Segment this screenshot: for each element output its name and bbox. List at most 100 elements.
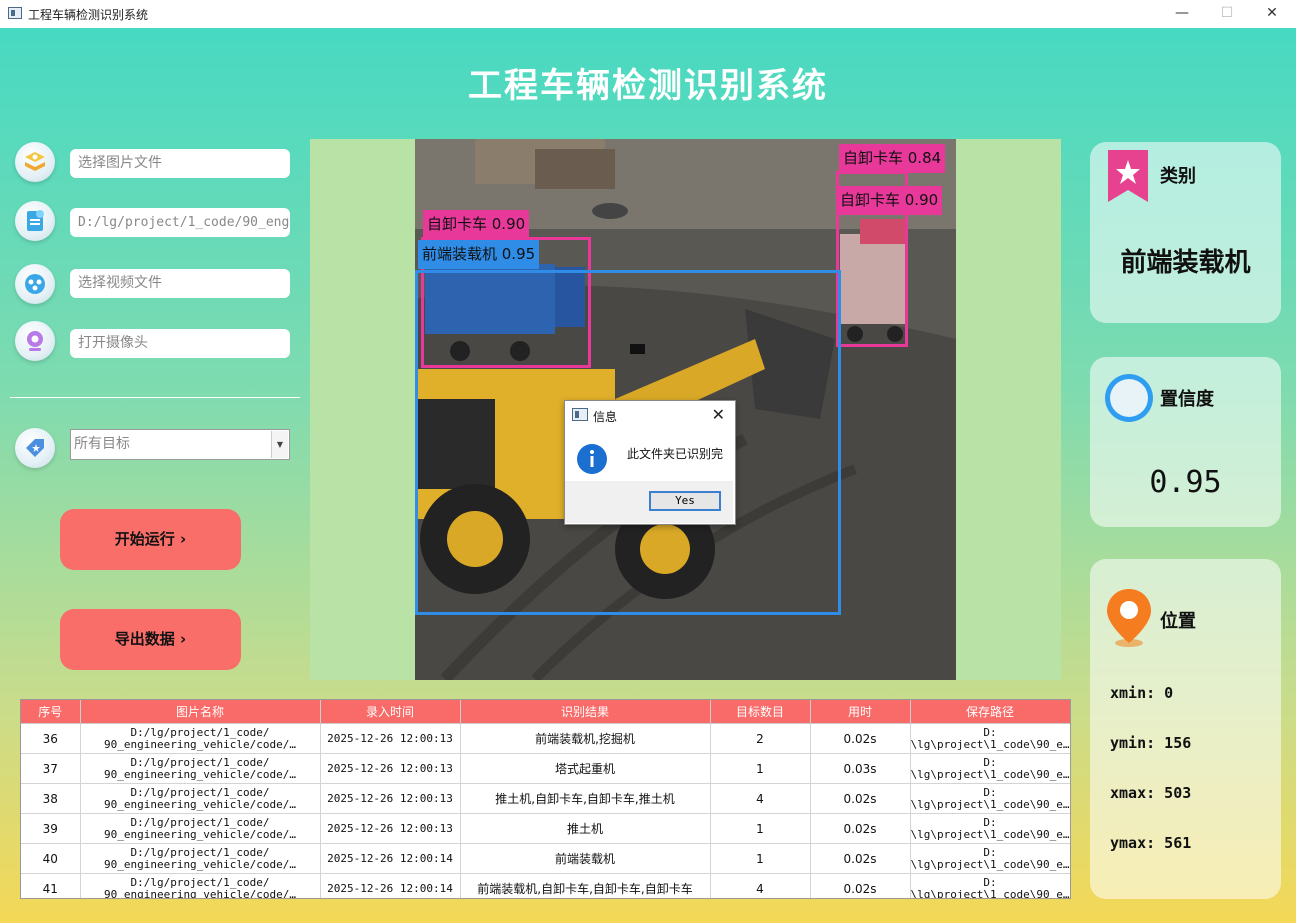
close-button[interactable]: ✕ — [1250, 2, 1294, 26]
cell-count: 1 — [710, 753, 811, 784]
table-row[interactable]: 38 D:/lg/project/1_code/90_engineering_v… — [21, 783, 1070, 814]
video-file-icon[interactable] — [15, 264, 55, 304]
start-button[interactable]: 开始运行 › — [60, 509, 241, 570]
class-card: 类别 前端装载机 — [1090, 142, 1281, 323]
table-row[interactable]: 37 D:/lg/project/1_code/90_engineering_v… — [21, 753, 1070, 784]
cell-save-path: D: \lg\project\1_code\90_e… — [910, 783, 1070, 814]
video-file-input[interactable]: 选择视频文件 — [70, 269, 290, 298]
app-icon — [8, 7, 22, 19]
maximize-button[interactable]: ☐ — [1205, 2, 1249, 26]
cell-result: 前端装载机,挖掘机 — [460, 723, 711, 754]
cell-image-name: D:/lg/project/1_code/90_engineering_vehi… — [80, 723, 321, 754]
location-pin-icon — [1107, 589, 1151, 647]
sidebar-divider — [10, 397, 300, 398]
cell-duration: 0.03s — [810, 753, 911, 784]
dialog-body: 此文件夹已识别完 — [565, 431, 733, 481]
column-header-save-path[interactable]: 保存路径 — [910, 700, 1070, 724]
cell-result: 前端装载机,自卸卡车,自卸卡车,自卸卡车 — [460, 873, 711, 898]
column-header-duration[interactable]: 用时 — [810, 700, 911, 724]
position-card-title: 位置 — [1160, 611, 1196, 632]
page-title: 工程车辆检测识别系统 — [468, 66, 828, 106]
dialog-title: 信息 — [593, 410, 618, 424]
folder-file-icon[interactable] — [15, 201, 55, 241]
confidence-value: 0.95 — [1149, 465, 1222, 500]
dialog-close-icon[interactable]: ✕ — [712, 405, 725, 424]
column-header-count[interactable]: 目标数目 — [710, 700, 811, 724]
cell-id: 40 — [21, 843, 81, 874]
cell-id: 36 — [21, 723, 81, 754]
confidence-card-title: 置信度 — [1160, 389, 1214, 410]
bookmark-star-icon — [1108, 150, 1148, 202]
dialog-app-icon — [572, 408, 588, 421]
cell-time: 2025-12-26 12:00:14 — [320, 843, 461, 874]
export-button[interactable]: 导出数据 › — [60, 609, 241, 670]
detection-label-dump-truck-1: 自卸卡车 0.84 — [839, 144, 946, 173]
camera-input[interactable]: 打开摄像头 — [70, 329, 290, 358]
cell-result: 前端装载机 — [460, 843, 711, 874]
class-value: 前端装载机 — [1120, 248, 1251, 278]
confidence-card: 置信度 0.95 — [1090, 357, 1281, 527]
minimize-button[interactable]: — — [1160, 2, 1204, 26]
cell-image-name: D:/lg/project/1_code/90_engineering_vehi… — [80, 783, 321, 814]
table-row[interactable]: 36 D:/lg/project/1_code/90_engineering_v… — [21, 723, 1070, 754]
window-titlebar: 工程车辆检测识别系统 — ☐ ✕ — [0, 0, 1296, 28]
cell-result: 推土机,自卸卡车,自卸卡车,推土机 — [460, 783, 711, 814]
target-select[interactable]: 所有目标 ▼ — [70, 429, 290, 460]
detection-label-dump-truck-2: 自卸卡车 0.90 — [836, 186, 943, 215]
cell-image-name: D:/lg/project/1_code/90_engineering_vehi… — [80, 753, 321, 784]
cell-time: 2025-12-26 12:00:14 — [320, 873, 461, 898]
column-header-time[interactable]: 录入时间 — [320, 700, 461, 724]
cell-save-path: D: \lg\project\1_code\90_e… — [910, 723, 1070, 754]
cell-result: 推土机 — [460, 813, 711, 844]
cell-time: 2025-12-26 12:00:13 — [320, 723, 461, 754]
dialog-message: 此文件夹已识别完 — [627, 447, 724, 461]
cell-id: 39 — [21, 813, 81, 844]
cell-result: 塔式起重机 — [460, 753, 711, 784]
column-header-image-name[interactable]: 图片名称 — [80, 700, 321, 724]
chevron-down-icon[interactable]: ▼ — [271, 431, 288, 458]
cell-id: 38 — [21, 783, 81, 814]
cell-count: 4 — [710, 873, 811, 898]
dialog-footer: Yes — [565, 481, 733, 523]
cell-id: 41 — [21, 873, 81, 898]
cell-count: 1 — [710, 813, 811, 844]
table-row[interactable]: 39 D:/lg/project/1_code/90_engineering_v… — [21, 813, 1070, 844]
column-header-id[interactable]: 序号 — [21, 700, 81, 724]
xmax-value: xmax: 503 — [1110, 784, 1192, 802]
ymin-value: ymin: 156 — [1110, 734, 1192, 752]
detection-label-front-loader: 前端装载机 0.95 — [418, 240, 540, 269]
confidence-ring-icon — [1105, 374, 1153, 422]
cell-time: 2025-12-26 12:00:13 — [320, 783, 461, 814]
cell-save-path: D: \lg\project\1_code\90_e… — [910, 873, 1070, 898]
image-file-icon[interactable] — [15, 142, 55, 182]
cell-save-path: D: \lg\project\1_code\90_e… — [910, 753, 1070, 784]
detection-label-dump-truck-3: 自卸卡车 0.90 — [423, 210, 530, 239]
cell-count: 4 — [710, 783, 811, 814]
cell-id: 37 — [21, 753, 81, 784]
xmin-value: xmin: 0 — [1110, 684, 1174, 702]
tag-icon — [15, 428, 55, 468]
cell-image-name: D:/lg/project/1_code/90_engineering_vehi… — [80, 843, 321, 874]
info-dialog: 信息 ✕ 此文件夹已识别完 Yes — [564, 400, 736, 525]
cell-count: 1 — [710, 843, 811, 874]
cell-duration: 0.02s — [810, 873, 911, 898]
cell-image-name: D:/lg/project/1_code/90_engineering_vehi… — [80, 873, 321, 898]
ymax-value: ymax: 561 — [1110, 834, 1192, 852]
cell-time: 2025-12-26 12:00:13 — [320, 813, 461, 844]
cell-duration: 0.02s — [810, 813, 911, 844]
cell-duration: 0.02s — [810, 783, 911, 814]
table-row[interactable]: 40 D:/lg/project/1_code/90_engineering_v… — [21, 843, 1070, 874]
dialog-yes-button[interactable]: Yes — [649, 491, 721, 511]
folder-path-input[interactable]: D:/lg/project/1_code/90_engineering_vehi… — [70, 208, 290, 237]
cell-duration: 0.02s — [810, 723, 911, 754]
cell-save-path: D: \lg\project\1_code\90_e… — [910, 843, 1070, 874]
cell-count: 2 — [710, 723, 811, 754]
column-header-result[interactable]: 识别结果 — [460, 700, 711, 724]
cell-duration: 0.02s — [810, 843, 911, 874]
results-table[interactable]: 序号 图片名称 录入时间 识别结果 目标数目 用时 保存路径 36 D:/lg/… — [20, 699, 1071, 899]
class-card-title: 类别 — [1160, 166, 1196, 187]
camera-icon[interactable] — [15, 321, 55, 361]
window-title: 工程车辆检测识别系统 — [28, 8, 149, 22]
image-file-input[interactable]: 选择图片文件 — [70, 149, 290, 178]
table-row[interactable]: 41 D:/lg/project/1_code/90_engineering_v… — [21, 873, 1070, 898]
